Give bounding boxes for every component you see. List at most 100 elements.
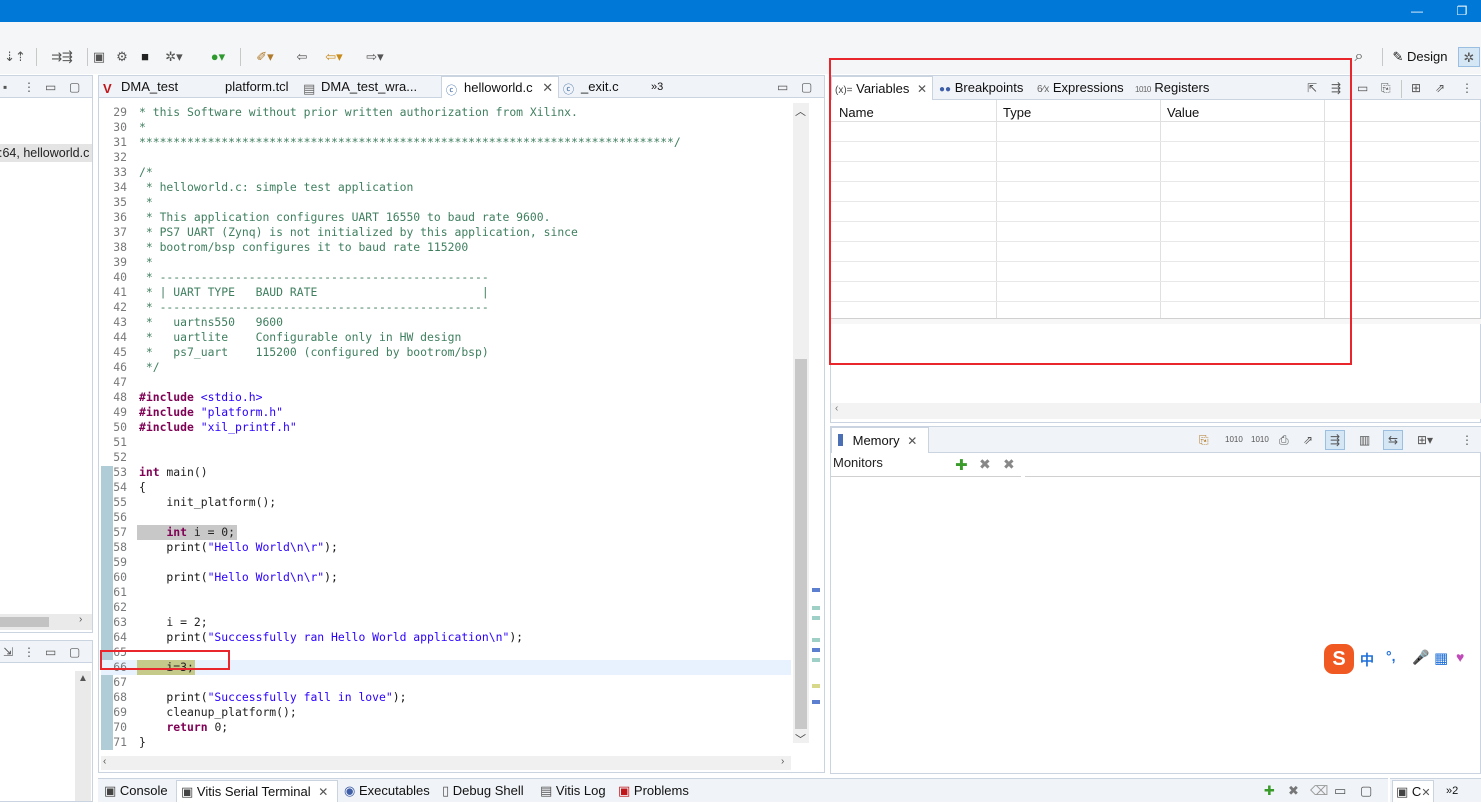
code-line[interactable]: 40 * -----------------------------------…	[101, 270, 791, 285]
code-line[interactable]: 41 * | UART TYPE BAUD RATE |	[101, 285, 791, 300]
code-line[interactable]: 67	[101, 675, 791, 690]
maximize-icon[interactable]: ▢	[801, 76, 812, 98]
view-menu-icon[interactable]: ⋮	[1461, 429, 1473, 451]
toggle-split-icon[interactable]: ▥	[1359, 429, 1370, 451]
code-line[interactable]: 39 *	[101, 255, 791, 270]
code-line[interactable]: 47	[101, 375, 791, 390]
scroll-left-icon[interactable]: ‹	[103, 756, 106, 767]
code-line[interactable]: 45 * ps7_uart 115200 (configured by boot…	[101, 345, 791, 360]
perspective-debug-button[interactable]: ✲	[1458, 47, 1480, 67]
memory-export-icon[interactable]: 1010	[1225, 429, 1243, 451]
tab-helloworld-c[interactable]: ⓒ helloworld.c ✕	[441, 76, 559, 98]
toggle-memory-monitors-icon[interactable]: ⇆	[1383, 430, 1403, 450]
overview-ruler-mark[interactable]	[812, 648, 820, 652]
add-global-icon[interactable]: ⎘	[1381, 77, 1391, 99]
console-icon[interactable]: ■	[135, 47, 155, 67]
code-line[interactable]: 34 * helloworld.c: simple test applicati…	[101, 180, 791, 195]
code-line[interactable]: 59	[101, 555, 791, 570]
code-line[interactable]: 63 i = 2;	[101, 615, 791, 630]
scroll-right-icon[interactable]: ›	[781, 756, 784, 767]
punctuation-icon[interactable]: °,	[1386, 648, 1396, 664]
debug-stack-frame[interactable]: :64, helloworld.c	[0, 144, 92, 162]
maximize-icon[interactable]: ▢	[69, 76, 80, 98]
code-line[interactable]: 50 #include "xil_printf.h"	[101, 420, 791, 435]
code-line[interactable]: 53 int main()	[101, 465, 791, 480]
scrollbar-thumb[interactable]	[795, 359, 807, 729]
minimize-button[interactable]: —	[1402, 0, 1432, 22]
code-line[interactable]: 33 /*	[101, 165, 791, 180]
remove-monitor-icon[interactable]: ✖	[979, 456, 991, 473]
scroll-up-icon[interactable]: ︿	[795, 103, 806, 119]
keyboard-icon[interactable]: ▦	[1434, 649, 1448, 667]
step-filters-icon[interactable]: ⇉⇶	[40, 47, 84, 67]
minimize-icon[interactable]: ▭	[45, 76, 56, 98]
remove-all-monitors-icon[interactable]: ✖	[1003, 456, 1015, 473]
scroll-up-icon[interactable]: ▲	[78, 673, 88, 684]
reset-icon[interactable]: ⇗	[1303, 429, 1313, 451]
tab-memory[interactable]: Memory ✕	[831, 427, 929, 453]
code-line[interactable]: 32	[101, 150, 791, 165]
link-icon[interactable]: ⚙	[112, 47, 132, 67]
code-line[interactable]: 43 * uartns550 9600	[101, 315, 791, 330]
code-line[interactable]: 44 * uartlite Configurable only in HW de…	[101, 330, 791, 345]
ime-language-toggle[interactable]: 中	[1360, 650, 1374, 670]
tab-dma-test[interactable]: V DMA_test	[103, 76, 203, 98]
terminal-icon[interactable]: ▣	[90, 47, 108, 67]
run-icon[interactable]: ●▾	[203, 47, 233, 67]
code-line[interactable]: 49 #include "platform.h"	[101, 405, 791, 420]
toolbar-nav-icon[interactable]: ⇣⇡	[0, 47, 30, 67]
view-menu-icon[interactable]: ⋮	[1461, 77, 1473, 99]
code-line[interactable]: 37 * PS7 UART (Zynq) is not initialized …	[101, 225, 791, 240]
editor-vertical-scrollbar[interactable]: ︿ ﹀	[793, 103, 809, 746]
code-line[interactable]: 71}	[101, 735, 791, 750]
tab-overflow-button[interactable]: »3	[651, 76, 673, 98]
code-line[interactable]: 55 init_platform();	[101, 495, 791, 510]
tab-platform-tcl[interactable]: platform.tcl	[207, 76, 297, 98]
variables-horizontal-scrollbar[interactable]: ‹	[831, 403, 1481, 419]
horizontal-scrollbar[interactable]: ›	[0, 614, 92, 630]
scroll-left-icon[interactable]: ‹	[835, 403, 838, 414]
tab-dma-test-wrapper[interactable]: ▤ DMA_test_wra...	[303, 76, 438, 98]
code-line[interactable]: 29 * this Software without prior written …	[101, 105, 791, 120]
export-icon[interactable]: ⇗	[1435, 77, 1445, 99]
code-line[interactable]: 38 * bootrom/bsp configures it to baud r…	[101, 240, 791, 255]
code-line[interactable]: 70 return 0;	[101, 720, 791, 735]
skin-icon[interactable]: ♥	[1456, 649, 1464, 665]
overview-ruler-mark[interactable]	[812, 588, 820, 592]
memory-import-icon[interactable]: 1010	[1251, 429, 1269, 451]
restore-button[interactable]: ❐	[1447, 0, 1477, 22]
code-line[interactable]: 30 *	[101, 120, 791, 135]
collapse-all-icon[interactable]: ▭	[1357, 77, 1368, 99]
code-line[interactable]: 56	[101, 510, 791, 525]
view-menu-icon[interactable]: ⋮	[23, 76, 35, 98]
back-icon[interactable]: ⇦▾	[316, 47, 352, 67]
new-rendering-icon[interactable]: ⎙	[1279, 429, 1289, 451]
vertical-scrollbar[interactable]: ▲	[75, 671, 91, 801]
code-line[interactable]: 64 print("Successfully ran Hello World a…	[101, 630, 791, 645]
code-line[interactable]: 68 print("Successfully fall in love");	[101, 690, 791, 705]
close-icon[interactable]: ✕	[907, 434, 917, 448]
new-view-icon[interactable]: ⊞	[1411, 77, 1421, 99]
editor-horizontal-scrollbar[interactable]: ‹ ›	[101, 756, 791, 770]
code-line[interactable]: 51	[101, 435, 791, 450]
code-line[interactable]: 42 * -----------------------------------…	[101, 300, 791, 315]
layout-icon[interactable]: ⊞▾	[1417, 429, 1433, 451]
overview-ruler-mark[interactable]	[812, 658, 820, 662]
close-icon[interactable]: ✕	[1421, 787, 1430, 799]
code-line[interactable]: 61	[101, 585, 791, 600]
overview-ruler-mark[interactable]	[812, 684, 820, 688]
scrollbar-thumb[interactable]	[0, 617, 49, 627]
code-line[interactable]: 48 #include <stdio.h>	[101, 390, 791, 405]
scroll-right-icon[interactable]: ›	[79, 614, 82, 625]
scroll-down-icon[interactable]: ﹀	[795, 731, 806, 747]
overview-ruler-mark[interactable]	[812, 700, 820, 704]
tab-exit-c[interactable]: ⓒ _exit.c	[563, 76, 643, 98]
overview-ruler-mark[interactable]	[812, 616, 820, 620]
minimize-icon[interactable]: ▭	[777, 76, 788, 98]
view-menu-icon[interactable]: ⋮	[23, 641, 35, 663]
forward-icon[interactable]: ⇨▾	[358, 47, 392, 67]
add-monitor-icon[interactable]: ✚	[955, 456, 968, 474]
code-line[interactable]: 54 {	[101, 480, 791, 495]
close-icon[interactable]: ✕	[318, 785, 328, 799]
code-line[interactable]: 57 int i = 0;	[101, 525, 791, 540]
